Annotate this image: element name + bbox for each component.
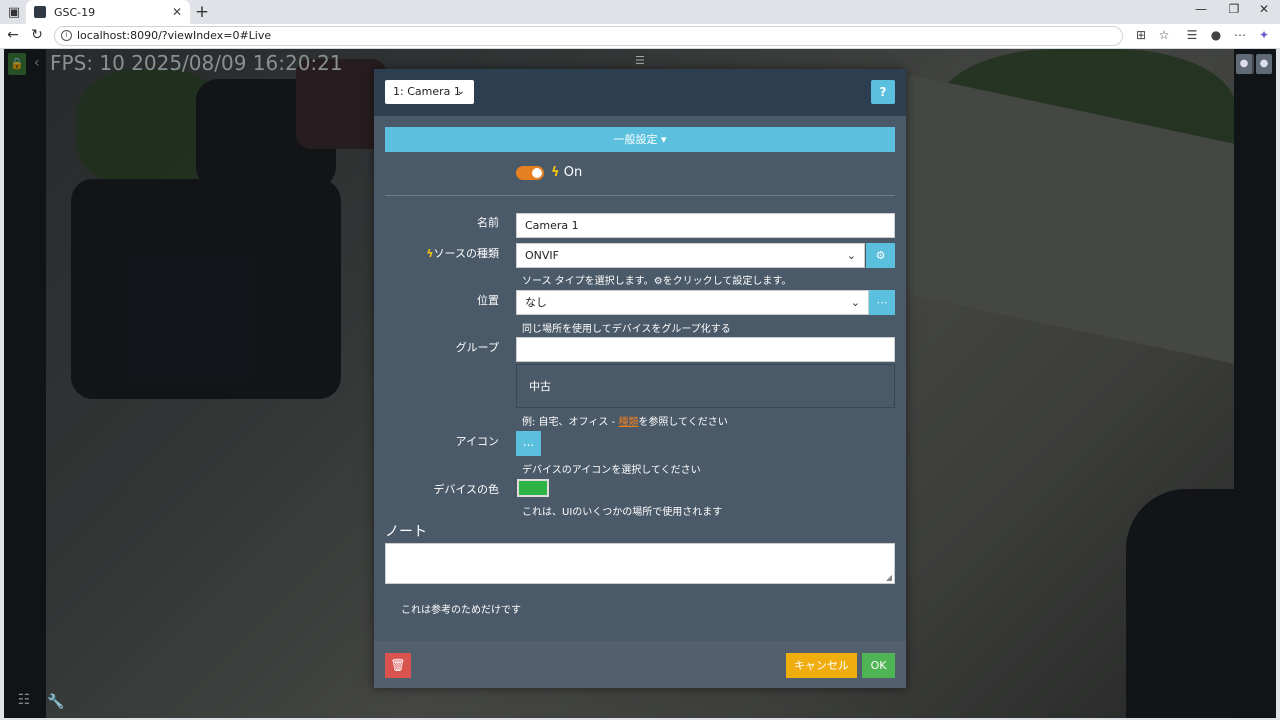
group-hint-text: 例: 自宅、オフィス - — [522, 417, 619, 428]
section-title: 一般設定 — [613, 133, 658, 146]
note-title: ノート — [385, 524, 427, 540]
device-color-swatch[interactable] — [517, 479, 549, 497]
source-config-button[interactable]: ⚙ — [866, 243, 895, 268]
url-field[interactable]: i localhost:8090/?viewIndex=0#Live — [54, 26, 1123, 46]
bolt-icon: ϟ — [426, 247, 434, 260]
site-info-icon[interactable]: i — [61, 30, 72, 41]
location-label: 位置 — [477, 294, 499, 307]
enable-toggle[interactable] — [516, 166, 544, 180]
copilot-icon[interactable]: ✦ — [1256, 28, 1272, 42]
group-hint: 例: 自宅、オフィス - 種類を参照してください — [522, 413, 728, 428]
hamburger-icon[interactable]: ☰ — [635, 54, 645, 67]
url-text: localhost:8090/?viewIndex=0#Live — [77, 29, 272, 42]
camera-settings-modal: 1: Camera 1 ⌄ ? 一般設定 ▾ ϟ On 名前 Camera 1 … — [374, 69, 906, 688]
chevron-down-icon: ⌄ — [850, 296, 860, 309]
camera-select-value: 1: Camera 1 — [393, 85, 461, 98]
favorite-star-icon[interactable]: ☆ — [1156, 28, 1172, 42]
name-label: 名前 — [477, 216, 499, 229]
icon-picker-button[interactable]: ... — [516, 431, 541, 456]
icon-label: アイコン — [455, 435, 499, 448]
minimize-icon[interactable]: — — [1185, 2, 1217, 20]
reference-note: これは参考のためだけです — [401, 605, 521, 616]
help-button[interactable]: ? — [871, 80, 895, 104]
gears-icon: ⚙ — [653, 276, 663, 287]
source-type-value: ONVIF — [525, 249, 559, 262]
gears-icon: ⚙ — [875, 249, 886, 262]
window-menu-icon[interactable]: ▣ — [5, 3, 23, 21]
browser-tab[interactable]: GSC-19 ✕ — [26, 0, 190, 24]
osd-overlay: FPS: 10 2025/08/09 16:20:21 — [50, 51, 343, 75]
chevron-down-icon: ⌄ — [456, 86, 465, 97]
source-type-label-wrap: ϟソースの種類 — [374, 245, 499, 261]
group-input[interactable] — [516, 337, 895, 362]
cancel-button[interactable]: キャンセル — [786, 653, 857, 678]
tab-close-icon[interactable]: ✕ — [172, 5, 182, 19]
address-toolbar: ← ↻ i localhost:8090/?viewIndex=0#Live ⊞… — [0, 24, 1280, 49]
icon-hint: デバイスのアイコンを選択してください — [522, 465, 701, 476]
group-hint-link[interactable]: 種類 — [618, 417, 638, 428]
split-screen-icon[interactable]: ⊞ — [1133, 28, 1149, 42]
resize-grip-icon[interactable]: ◢ — [886, 573, 892, 582]
caret-down-icon: ▾ — [657, 133, 667, 146]
source-hint-text-2: をクリックして設定します。 — [662, 276, 792, 287]
toggle-label: On — [563, 165, 583, 180]
modal-header: 1: Camera 1 ⌄ ? — [374, 69, 906, 116]
source-hint: ソース タイプを選択します。⚙をクリックして設定します。 — [522, 272, 791, 287]
wrench-icon[interactable]: 🔧 — [44, 691, 68, 713]
delete-button[interactable]: 🗑 — [385, 653, 411, 678]
chevron-down-icon: ⌄ — [846, 249, 856, 262]
profile-avatar-icon[interactable]: ● — [1208, 28, 1224, 42]
note-textarea[interactable]: ◢ — [385, 543, 895, 584]
group-label: グループ — [455, 341, 499, 354]
group-option[interactable]: 中古 — [529, 378, 551, 394]
user-alert-icon[interactable]: ● — [1236, 54, 1252, 74]
tab-favicon-icon — [34, 6, 46, 18]
camera-select[interactable]: 1: Camera 1 ⌄ — [385, 80, 474, 104]
close-window-icon[interactable]: ✕ — [1248, 2, 1280, 20]
location-more-button[interactable]: ⋯ — [869, 290, 895, 315]
ok-button[interactable]: OK — [862, 653, 895, 678]
trash-icon: 🗑 — [390, 658, 406, 672]
source-hint-text: ソース タイプを選択します。 — [522, 276, 654, 287]
bolt-icon: ϟ — [551, 165, 560, 180]
favorites-list-icon[interactable]: ☰ — [1184, 28, 1200, 42]
device-color-label: デバイスの色 — [433, 483, 499, 496]
restore-icon[interactable]: ❐ — [1218, 2, 1250, 20]
reload-icon[interactable]: ↻ — [29, 27, 45, 43]
device-color-hint: これは、UIのいくつかの場所で使用されます — [522, 507, 723, 518]
group-autocomplete: 中古 — [516, 364, 895, 408]
notification-icon[interactable]: ● — [1256, 54, 1272, 74]
location-value: なし — [525, 296, 547, 309]
divider — [385, 195, 895, 196]
location-hint: 同じ場所を使用してデバイスをグループ化する — [522, 324, 731, 335]
source-type-label: ソースの種類 — [433, 247, 499, 260]
location-select[interactable]: なし ⌄ — [516, 290, 869, 315]
group-hint-text-2: を参照してください — [638, 417, 728, 428]
source-type-select[interactable]: ONVIF ⌄ — [516, 243, 865, 268]
ellipsis-icon: ⋯ — [876, 296, 888, 309]
more-menu-icon[interactable]: ⋯ — [1232, 28, 1248, 42]
browser-tabbar: ▣ GSC-19 ✕ + — ❐ ✕ — [0, 0, 1280, 24]
general-settings-section[interactable]: 一般設定 ▾ — [385, 127, 895, 152]
back-icon[interactable]: ← — [5, 27, 21, 43]
modal-footer: 🗑 キャンセル OK — [374, 641, 906, 688]
toggle-status: ϟ On — [551, 165, 582, 180]
name-input[interactable]: Camera 1 — [516, 213, 895, 238]
tab-title: GSC-19 — [54, 5, 96, 19]
new-tab-icon[interactable]: + — [194, 2, 210, 22]
